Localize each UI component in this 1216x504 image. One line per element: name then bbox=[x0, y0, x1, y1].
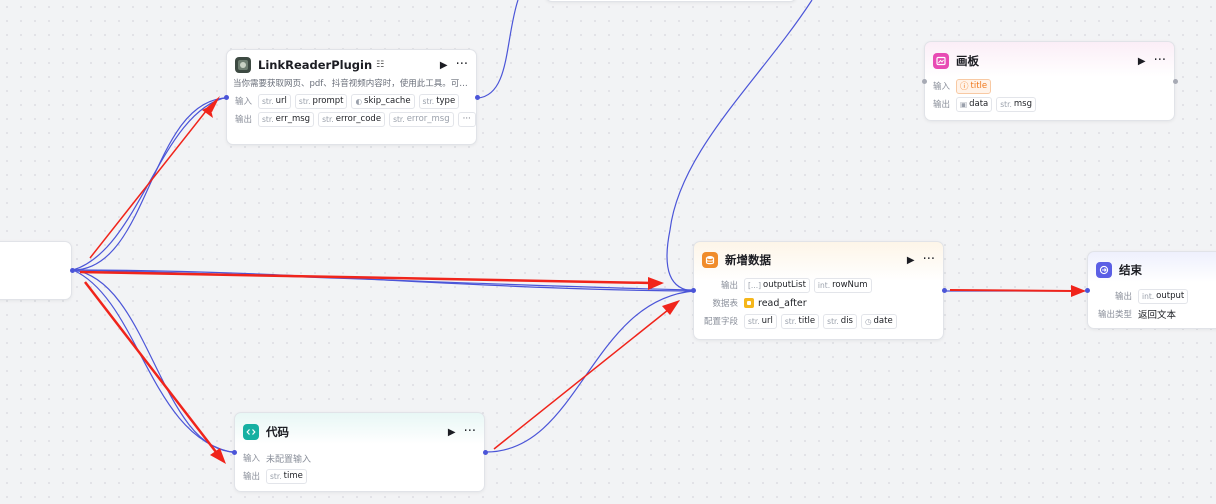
clock-icon: ◷ bbox=[864, 316, 872, 326]
output-type-value: 返回文本 bbox=[1138, 310, 1177, 321]
output-row: 输出 str. err_msg str. error_code str. error_… bbox=[227, 110, 476, 128]
run-button[interactable]: ▶ bbox=[440, 60, 448, 71]
plugin-badge-icon: ☷ bbox=[376, 60, 385, 70]
field-chip: ◷ date bbox=[860, 313, 897, 329]
output-chip: str. err_msg bbox=[258, 111, 315, 127]
input-label: 输入 bbox=[243, 454, 261, 464]
link-reader-output-port[interactable] bbox=[475, 95, 480, 100]
edge-start-to-code-2[interactable] bbox=[72, 269, 237, 454]
input-label: 输入 bbox=[235, 97, 253, 107]
field-chip: str. dis bbox=[823, 313, 857, 329]
code-input-port[interactable] bbox=[232, 450, 237, 455]
node-end[interactable]: 结束 输出 int. output 输出类型 返回文本 bbox=[1087, 251, 1216, 329]
run-button[interactable]: ▶ bbox=[1138, 56, 1146, 67]
start-node[interactable] bbox=[0, 241, 72, 300]
node-code[interactable]: 代码 ▶ ··· 输入 未配置输入 输出 str. time bbox=[234, 412, 485, 492]
more-options-button[interactable]: ··· bbox=[923, 253, 935, 266]
database-icon bbox=[702, 252, 718, 268]
output-label: 输出 bbox=[235, 115, 253, 125]
input-chip: str. prompt bbox=[294, 93, 348, 109]
canvas-icon bbox=[933, 53, 949, 69]
output-type-label: 输出类型 bbox=[1097, 310, 1132, 320]
input-value: 未配置输入 bbox=[266, 454, 312, 465]
edge-code-to-add-data[interactable] bbox=[485, 290, 695, 453]
more-outputs-chip[interactable]: ··· bbox=[457, 111, 476, 127]
node-title: 新增数据 bbox=[725, 253, 771, 267]
output-label: 输出 bbox=[243, 472, 261, 482]
edge-start-to-linkreader-1[interactable] bbox=[72, 97, 229, 271]
edge-linkreader-to-up[interactable] bbox=[477, 0, 519, 99]
more-options-button[interactable]: ··· bbox=[456, 58, 468, 71]
node-title: LinkReaderPlugin bbox=[258, 58, 373, 72]
start-output-port[interactable] bbox=[70, 268, 75, 273]
edge-start-to-code-1[interactable] bbox=[72, 269, 237, 453]
node-title: 画板 bbox=[956, 54, 979, 68]
warning-icon: ⓘ bbox=[960, 82, 969, 92]
node-add-data[interactable]: 新增数据 ▶ ··· 输出 [...] outputList int. rowNum… bbox=[693, 241, 944, 340]
output-label: 输出 bbox=[1114, 292, 1132, 302]
end-input-port[interactable] bbox=[1085, 288, 1090, 293]
canvas-input-port[interactable] bbox=[922, 79, 927, 84]
output-chip: str. time bbox=[266, 468, 307, 484]
output-chip: [...] outputList bbox=[744, 277, 810, 293]
output-chip: int. output bbox=[1138, 288, 1189, 304]
more-options-button[interactable]: ··· bbox=[464, 425, 476, 438]
field-chip: str. url bbox=[744, 313, 777, 329]
field-chip: str. title bbox=[780, 313, 820, 329]
node-link-reader[interactable]: LinkReaderPlugin ☷ ▶ ··· 当你需要获取网页、pdf、抖音… bbox=[226, 49, 477, 145]
run-button[interactable]: ▶ bbox=[907, 255, 915, 266]
output-chip: str. msg bbox=[996, 96, 1037, 112]
toggle-icon: ◐ bbox=[355, 96, 363, 106]
input-row: 输入 str. url str. prompt ◐ skip_cache str. ty… bbox=[227, 92, 476, 110]
end-icon bbox=[1096, 262, 1112, 278]
output-row: 输出 str. time bbox=[235, 467, 484, 485]
output-label: 输出 bbox=[720, 281, 738, 291]
link-reader-input-port[interactable] bbox=[224, 95, 229, 100]
table-icon bbox=[744, 298, 754, 308]
add-data-input-port[interactable] bbox=[691, 288, 696, 293]
image-icon: ▣ bbox=[960, 99, 968, 109]
input-chip: str. type bbox=[418, 93, 460, 109]
table-name: read_after bbox=[758, 297, 807, 309]
add-data-output-port[interactable] bbox=[942, 288, 947, 293]
output-type-row: 输出类型 返回文本 bbox=[1088, 305, 1216, 323]
canvas-output-port[interactable] bbox=[1173, 79, 1178, 84]
partial-node-top[interactable] bbox=[545, 0, 797, 2]
input-chip: str. url bbox=[258, 93, 291, 109]
output-chip: str. error_msg bbox=[389, 111, 454, 127]
plugin-avatar-icon bbox=[235, 57, 251, 73]
fields-row: 配置字段 str. url str. title str. dis ◷ date bbox=[694, 312, 943, 330]
output-row: 输出 ▣ data str. msg bbox=[925, 95, 1174, 113]
output-row: 输出 [...] outputList int. rowNum bbox=[694, 276, 943, 294]
output-row: 输出 int. output bbox=[1088, 287, 1216, 305]
run-button[interactable]: ▶ bbox=[448, 427, 456, 438]
node-description: 当你需要获取网页、pdf、抖音视频内容时，使用此工具。可… bbox=[233, 79, 468, 89]
node-canvas[interactable]: 画板 ▶ ··· 输入 ⓘ title 输出 ▣ data str. msg bbox=[924, 41, 1175, 121]
input-chip-warning: ⓘ title bbox=[956, 78, 992, 94]
input-row: 输入 ⓘ title bbox=[925, 77, 1174, 95]
node-title: 结束 bbox=[1119, 263, 1142, 277]
output-chip: int. rowNum bbox=[813, 277, 872, 293]
input-row: 输入 未配置输入 bbox=[235, 449, 484, 467]
code-output-port[interactable] bbox=[483, 450, 488, 455]
node-title: 代码 bbox=[266, 425, 289, 439]
output-chip: str. error_code bbox=[318, 111, 386, 127]
table-label: 数据表 bbox=[712, 299, 738, 309]
more-options-button[interactable]: ··· bbox=[1154, 54, 1166, 67]
input-label: 输入 bbox=[933, 82, 951, 92]
edge-start-to-add-data-2[interactable] bbox=[72, 269, 695, 291]
fields-label: 配置字段 bbox=[703, 317, 738, 327]
code-icon bbox=[243, 424, 259, 440]
output-label: 输出 bbox=[933, 100, 951, 110]
table-row: 数据表 read_after bbox=[694, 294, 943, 312]
input-chip: ◐ skip_cache bbox=[351, 93, 415, 109]
output-chip: ▣ data bbox=[956, 96, 993, 112]
